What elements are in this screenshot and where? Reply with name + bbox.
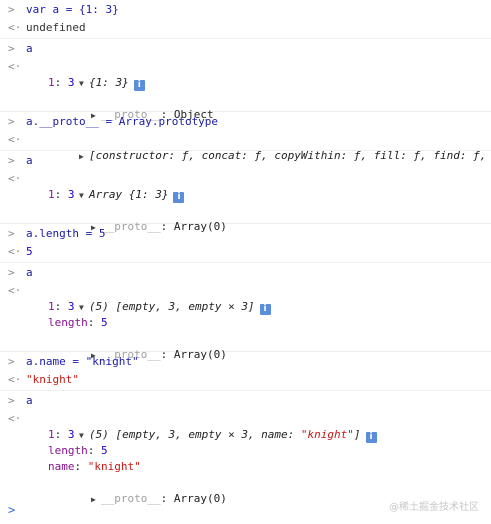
console-entry: > a <· ▼ {1: 3} i 1: 3 ▶ __proto__: Object <box>0 39 491 121</box>
console-entry: > var a = {1: 3} <· undefined <box>0 0 491 39</box>
prompt-chevron-icon: > <box>8 503 16 517</box>
chevron-right-icon: > <box>8 227 15 240</box>
console-entry: > a <· ▼ Array {1: 3} i 1: 3 ▶ __proto__: A… <box>0 151 491 233</box>
input-code: a.name = "knight" <box>26 355 139 368</box>
chevron-right-icon: > <box>8 42 15 55</box>
console-entry: > a <· ▼ (5) [empty, 3, empty × 3, name: … <box>0 391 491 505</box>
input-line: > a.__proto__ = Array.prototype <box>0 114 491 130</box>
chevron-left-icon: <· <box>8 412 22 425</box>
output-value: "knight" <box>26 373 79 386</box>
property-value: 3 <box>67 76 75 89</box>
property-key: 1 <box>48 188 55 201</box>
object-property: 1: 3 <box>48 300 75 313</box>
object-header[interactable]: <· ▼ (5) [empty, 3, empty × 3] i <box>0 283 491 315</box>
chevron-left-icon: <· <box>8 21 22 34</box>
object-property: 1: 3 <box>48 428 75 441</box>
chevron-right-icon: > <box>8 3 15 16</box>
console-entry: > a.name = "knight" <· "knight" <box>0 352 491 391</box>
input-code: a <box>26 266 33 279</box>
input-code: var a = {1: 3} <box>26 3 119 16</box>
object-header[interactable]: <· ▼ Array {1: 3} i <box>0 171 491 203</box>
input-code: a.length = 5 <box>26 227 106 240</box>
chevron-right-icon: > <box>8 115 15 128</box>
object-property: length: 5 <box>48 444 108 457</box>
chevron-right-icon: > <box>8 394 15 407</box>
console-entry: > a <· ▼ (5) [empty, 3, empty × 3] i 1: 3 … <box>0 263 491 361</box>
property-value: "knight" <box>87 460 141 473</box>
property-value: 5 <box>101 444 108 457</box>
property-value: 3 <box>67 428 75 441</box>
chevron-left-icon: <· <box>8 284 22 297</box>
chevron-left-icon: <· <box>8 245 22 258</box>
input-line: > a <box>0 265 491 281</box>
input-line: > a <box>0 393 491 409</box>
input-code: a <box>26 42 33 55</box>
property-key: length <box>48 316 88 329</box>
object-property: 1: 3 <box>48 188 75 201</box>
console-entry: > a.length = 5 <· 5 <box>0 224 491 263</box>
output-value: 5 <box>26 245 33 258</box>
input-line: > a <box>0 153 491 169</box>
input-code: a <box>26 154 33 167</box>
input-code: a.__proto__ = Array.prototype <box>26 115 219 128</box>
property-value: 5 <box>101 316 108 329</box>
chevron-right-icon: > <box>8 355 15 368</box>
input-code: a <box>26 394 33 407</box>
chevron-left-icon: <· <box>8 172 22 185</box>
property-key: 1 <box>48 428 55 441</box>
chevron-right-icon: > <box>8 266 15 279</box>
input-line: > var a = {1: 3} <box>0 2 491 18</box>
object-property: name: "knight" <box>48 460 141 473</box>
console-prompt[interactable]: > <box>0 502 491 520</box>
input-line: > a.length = 5 <box>0 226 491 242</box>
object-header[interactable]: <· ▼ {1: 3} i <box>0 59 491 91</box>
property-key: 1 <box>48 76 55 89</box>
chevron-left-icon: <· <box>8 133 22 146</box>
chevron-left-icon: <· <box>8 373 22 386</box>
object-property: 1: 3 <box>48 76 75 89</box>
object-header[interactable]: <· ▼ (5) [empty, 3, empty × 3, name: "kni… <box>0 411 491 443</box>
proto-row[interactable]: ▶ __proto__: Array(0) <box>0 475 491 505</box>
chevron-right-icon: > <box>8 154 15 167</box>
property-value: 3 <box>67 188 75 201</box>
property-key: 1 <box>48 300 55 313</box>
object-property: length: 5 <box>48 316 108 329</box>
input-line: > a <box>0 41 491 57</box>
output-value: undefined <box>26 21 86 34</box>
input-line: > a.name = "knight" <box>0 354 491 370</box>
property-value: 3 <box>67 300 75 313</box>
console-log: > var a = {1: 3} <· undefined > a <· ▼ {1… <box>0 0 491 505</box>
chevron-left-icon: <· <box>8 60 22 73</box>
property-key: length <box>48 444 88 457</box>
property-key: name <box>48 460 75 473</box>
console-entry: > a.__proto__ = Array.prototype <· ▶ [con… <box>0 112 491 162</box>
